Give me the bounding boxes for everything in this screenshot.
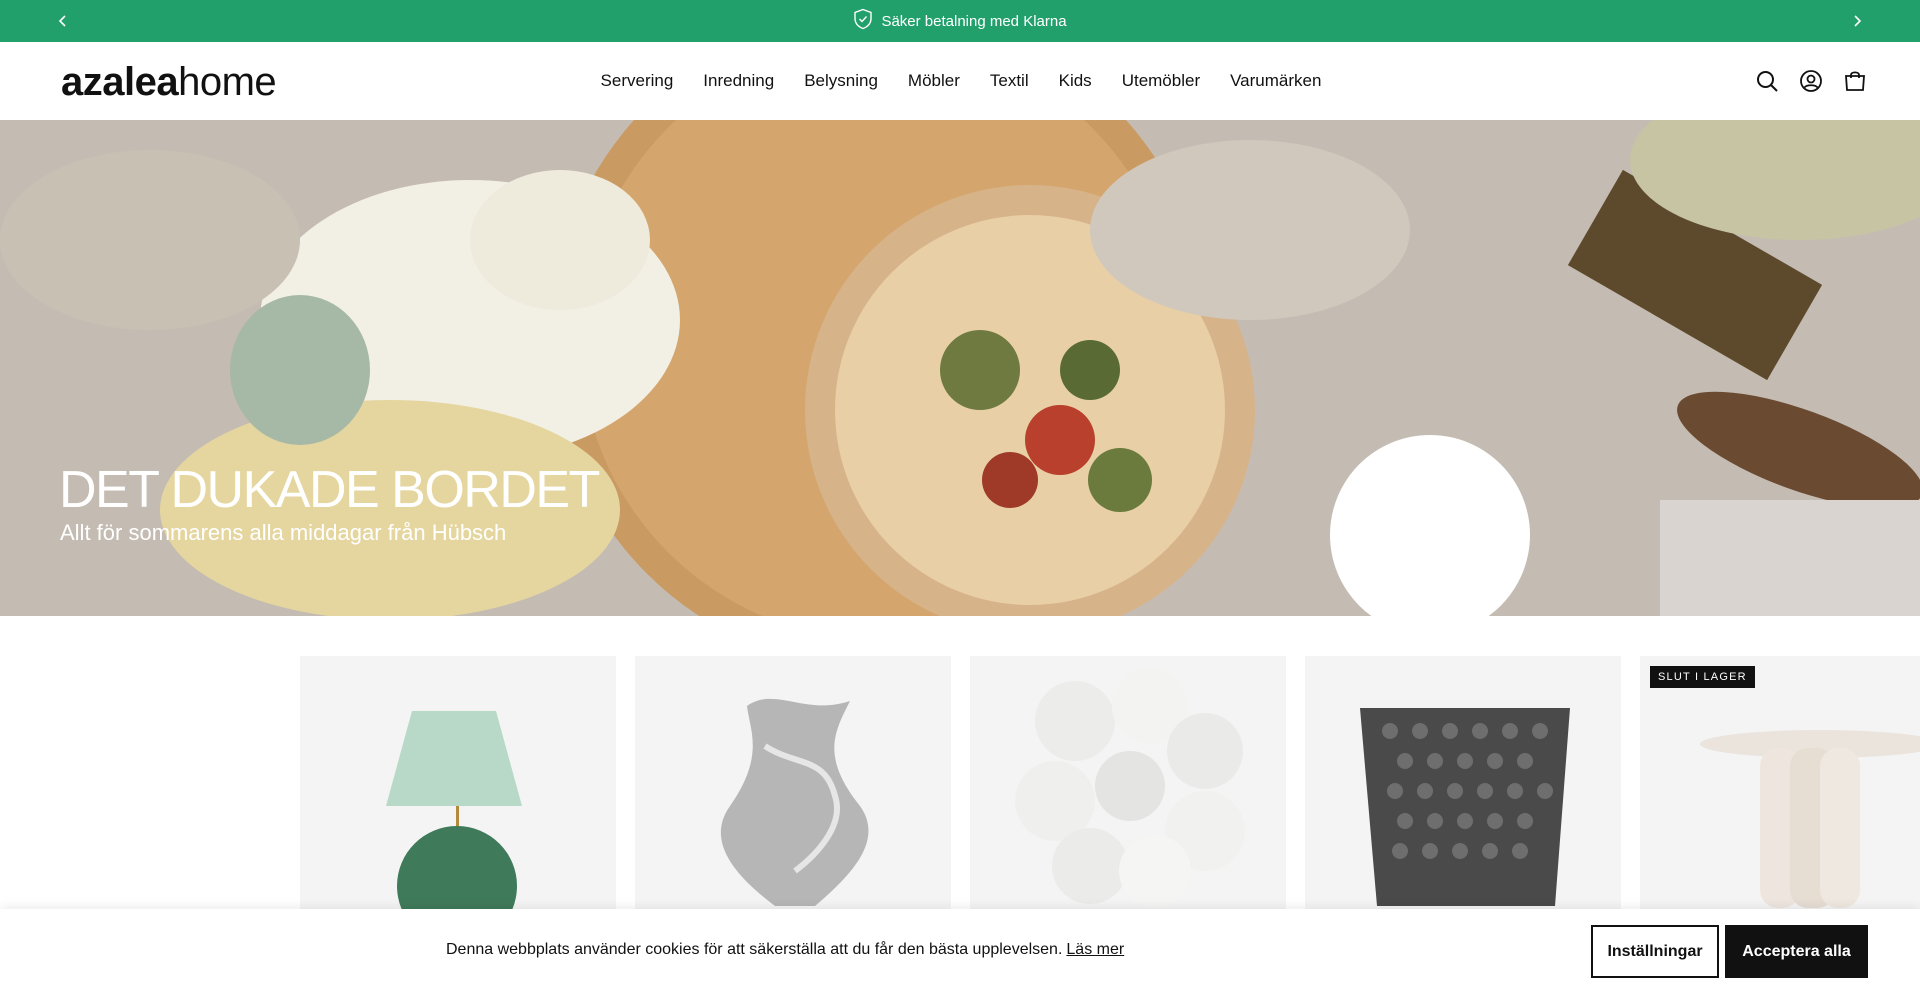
product-image-textured-pot	[1360, 708, 1570, 906]
nav-item-inredning[interactable]: Inredning	[703, 71, 774, 91]
nav-item-mobler[interactable]: Möbler	[908, 71, 960, 91]
out-of-stock-badge: SLUT I LAGER	[1650, 666, 1755, 688]
hero-banner[interactable]: DET DUKADE BORDET Allt för sommarens all…	[0, 120, 1920, 616]
product-card[interactable]	[970, 656, 1286, 916]
product-image-table-lamp	[386, 711, 522, 916]
announcement-text: Säker betalning med Klarna	[881, 12, 1067, 30]
nav-item-kids[interactable]: Kids	[1059, 71, 1092, 91]
hero-title: DET DUKADE BORDET	[59, 461, 600, 519]
cookie-accept-all-button[interactable]: Acceptera alla	[1725, 925, 1868, 978]
product-card[interactable]: SLUT I LAGER	[1640, 656, 1920, 916]
hero-subtitle: Allt för sommarens alla middagar från Hü…	[60, 520, 507, 545]
nav-item-belysning[interactable]: Belysning	[804, 71, 878, 91]
announcement-message: Säker betalning med Klarna	[853, 8, 1067, 34]
cookie-read-more-link[interactable]: Läs mer	[1066, 941, 1124, 958]
nav-item-textil[interactable]: Textil	[990, 71, 1029, 91]
product-image-glass-vase	[720, 698, 869, 906]
product-image-side-table	[1700, 730, 1920, 908]
nav-item-servering[interactable]: Servering	[601, 71, 674, 91]
account-icon[interactable]	[1798, 68, 1824, 94]
nav-item-varumarken[interactable]: Varumärken	[1230, 71, 1321, 91]
announcement-bar: Säker betalning med Klarna	[0, 0, 1920, 42]
cookie-settings-button[interactable]: Inställningar	[1591, 925, 1719, 978]
announcement-next-arrow-icon[interactable]	[1836, 0, 1878, 42]
site-header: azaleahome Servering Inredning Belysning…	[0, 42, 1920, 120]
product-card[interactable]	[300, 656, 616, 916]
nav-item-utemobler[interactable]: Utemöbler	[1122, 71, 1200, 91]
search-icon[interactable]	[1754, 68, 1780, 94]
cart-icon[interactable]	[1842, 68, 1868, 94]
product-card[interactable]	[635, 656, 951, 916]
product-image-bubble-lamp	[1015, 668, 1245, 907]
header-actions	[1754, 68, 1868, 94]
main-navigation: Servering Inredning Belysning Möbler Tex…	[0, 42, 1920, 120]
logo-part-azalea: azalea	[61, 60, 179, 104]
cookie-text: Denna webbplats använder cookies för att…	[446, 941, 1063, 958]
logo-part-home: home	[178, 60, 277, 104]
cookie-banner: Denna webbplats använder cookies för att…	[0, 909, 1920, 993]
product-carousel: SLUT I LAGER	[300, 656, 1920, 916]
cookie-message: Denna webbplats använder cookies för att…	[446, 941, 1124, 959]
shield-check-icon	[853, 8, 873, 34]
site-logo[interactable]: azaleahome	[61, 60, 277, 104]
announcement-prev-arrow-icon[interactable]	[42, 0, 84, 42]
product-card[interactable]	[1305, 656, 1621, 916]
